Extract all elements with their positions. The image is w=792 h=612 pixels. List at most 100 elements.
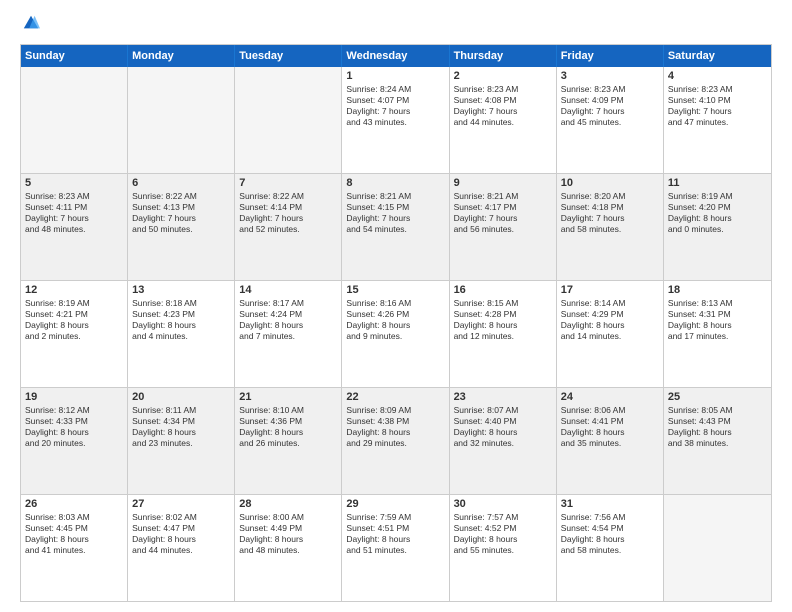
calendar-body: 1Sunrise: 8:24 AMSunset: 4:07 PMDaylight… (21, 67, 771, 601)
cell-text: Sunrise: 8:18 AM (132, 298, 230, 309)
calendar-row-2: 5Sunrise: 8:23 AMSunset: 4:11 PMDaylight… (21, 173, 771, 280)
header-tuesday: Tuesday (235, 45, 342, 67)
day-number: 12 (25, 284, 123, 296)
cell-text: Sunrise: 8:09 AM (346, 405, 444, 416)
cell-text: Daylight: 8 hours (132, 320, 230, 331)
cell-text: Sunrise: 8:22 AM (239, 191, 337, 202)
cell-text: Sunrise: 8:19 AM (668, 191, 767, 202)
table-row: 2Sunrise: 8:23 AMSunset: 4:08 PMDaylight… (450, 67, 557, 173)
cell-text: Sunrise: 8:17 AM (239, 298, 337, 309)
day-number: 30 (454, 498, 552, 510)
header-wednesday: Wednesday (342, 45, 449, 67)
cell-text: and 20 minutes. (25, 438, 123, 449)
cell-text: Sunset: 4:08 PM (454, 95, 552, 106)
cell-text: Daylight: 7 hours (561, 213, 659, 224)
day-number: 20 (132, 391, 230, 403)
cell-text: Sunrise: 8:03 AM (25, 512, 123, 523)
cell-text: Daylight: 8 hours (25, 534, 123, 545)
cell-text: Daylight: 8 hours (346, 320, 444, 331)
table-row: 1Sunrise: 8:24 AMSunset: 4:07 PMDaylight… (342, 67, 449, 173)
cell-text: Daylight: 8 hours (239, 534, 337, 545)
day-number: 2 (454, 70, 552, 82)
day-number: 28 (239, 498, 337, 510)
cell-text: Sunrise: 8:05 AM (668, 405, 767, 416)
logo-icon (22, 14, 40, 32)
cell-text: Sunset: 4:09 PM (561, 95, 659, 106)
cell-text: Sunset: 4:23 PM (132, 309, 230, 320)
table-row: 29Sunrise: 7:59 AMSunset: 4:51 PMDayligh… (342, 495, 449, 601)
cell-text: and 45 minutes. (561, 117, 659, 128)
cell-text: Sunrise: 8:20 AM (561, 191, 659, 202)
table-row: 18Sunrise: 8:13 AMSunset: 4:31 PMDayligh… (664, 281, 771, 387)
table-row: 9 Sunrise: 8:21 AMSunset: 4:17 PMDaylight… (450, 174, 557, 280)
cell-text: Sunrise: 8:14 AM (561, 298, 659, 309)
table-row: 26Sunrise: 8:03 AMSunset: 4:45 PMDayligh… (21, 495, 128, 601)
table-row: 23Sunrise: 8:07 AMSunset: 4:40 PMDayligh… (450, 388, 557, 494)
cell-text: Sunrise: 8:11 AM (132, 405, 230, 416)
table-row: 17Sunrise: 8:14 AMSunset: 4:29 PMDayligh… (557, 281, 664, 387)
cell-text: Sunrise: 8:16 AM (346, 298, 444, 309)
header (20, 16, 772, 34)
day-number: 23 (454, 391, 552, 403)
cell-text: and 9 minutes. (346, 331, 444, 342)
cell-text: Sunset: 4:24 PM (239, 309, 337, 320)
day-number: 16 (454, 284, 552, 296)
table-row: 27Sunrise: 8:02 AMSunset: 4:47 PMDayligh… (128, 495, 235, 601)
cell-text: Sunrise: 8:23 AM (561, 84, 659, 95)
day-number: 31 (561, 498, 659, 510)
cell-text: Sunset: 4:36 PM (239, 416, 337, 427)
day-number: 8 (346, 177, 444, 189)
cell-text: Daylight: 8 hours (561, 427, 659, 438)
table-row: 25Sunrise: 8:05 AMSunset: 4:43 PMDayligh… (664, 388, 771, 494)
table-row: 31Sunrise: 7:56 AMSunset: 4:54 PMDayligh… (557, 495, 664, 601)
table-row: 10Sunrise: 8:20 AMSunset: 4:18 PMDayligh… (557, 174, 664, 280)
cell-text: Sunset: 4:17 PM (454, 202, 552, 213)
table-row: 19Sunrise: 8:12 AMSunset: 4:33 PMDayligh… (21, 388, 128, 494)
table-row: 21Sunrise: 8:10 AMSunset: 4:36 PMDayligh… (235, 388, 342, 494)
cell-text: Sunset: 4:20 PM (668, 202, 767, 213)
cell-text: and 44 minutes. (454, 117, 552, 128)
table-row (664, 495, 771, 601)
table-row (21, 67, 128, 173)
cell-text: and 43 minutes. (346, 117, 444, 128)
table-row (235, 67, 342, 173)
table-row: 28Sunrise: 8:00 AMSunset: 4:49 PMDayligh… (235, 495, 342, 601)
day-number: 13 (132, 284, 230, 296)
day-number: 6 (132, 177, 230, 189)
header-friday: Friday (557, 45, 664, 67)
day-number: 14 (239, 284, 337, 296)
cell-text: Sunset: 4:34 PM (132, 416, 230, 427)
cell-text: Sunset: 4:10 PM (668, 95, 767, 106)
table-row: 5Sunrise: 8:23 AMSunset: 4:11 PMDaylight… (21, 174, 128, 280)
header-sunday: Sunday (21, 45, 128, 67)
cell-text: Sunrise: 8:10 AM (239, 405, 337, 416)
day-number: 1 (346, 70, 444, 82)
cell-text: and 51 minutes. (346, 545, 444, 556)
cell-text: Sunset: 4:33 PM (25, 416, 123, 427)
cell-text: Daylight: 7 hours (454, 213, 552, 224)
cell-text: Daylight: 7 hours (239, 213, 337, 224)
cell-text: Sunset: 4:47 PM (132, 523, 230, 534)
calendar-header: Sunday Monday Tuesday Wednesday Thursday… (21, 45, 771, 67)
cell-text: Sunset: 4:18 PM (561, 202, 659, 213)
day-number: 24 (561, 391, 659, 403)
table-row: 4Sunrise: 8:23 AMSunset: 4:10 PMDaylight… (664, 67, 771, 173)
cell-text: and 23 minutes. (132, 438, 230, 449)
cell-text: Sunrise: 8:22 AM (132, 191, 230, 202)
header-monday: Monday (128, 45, 235, 67)
cell-text: and 41 minutes. (25, 545, 123, 556)
cell-text: Daylight: 8 hours (454, 427, 552, 438)
table-row: 15Sunrise: 8:16 AMSunset: 4:26 PMDayligh… (342, 281, 449, 387)
cell-text: Sunset: 4:15 PM (346, 202, 444, 213)
cell-text: and 4 minutes. (132, 331, 230, 342)
cell-text: Sunrise: 8:06 AM (561, 405, 659, 416)
cell-text: and 50 minutes. (132, 224, 230, 235)
cell-text: and 58 minutes. (561, 224, 659, 235)
cell-text: Sunset: 4:38 PM (346, 416, 444, 427)
day-number: 3 (561, 70, 659, 82)
table-row: 12Sunrise: 8:19 AMSunset: 4:21 PMDayligh… (21, 281, 128, 387)
day-number: 9 (454, 177, 552, 189)
cell-text: Sunrise: 8:13 AM (668, 298, 767, 309)
cell-text: Daylight: 7 hours (561, 106, 659, 117)
cell-text: Sunrise: 8:21 AM (454, 191, 552, 202)
